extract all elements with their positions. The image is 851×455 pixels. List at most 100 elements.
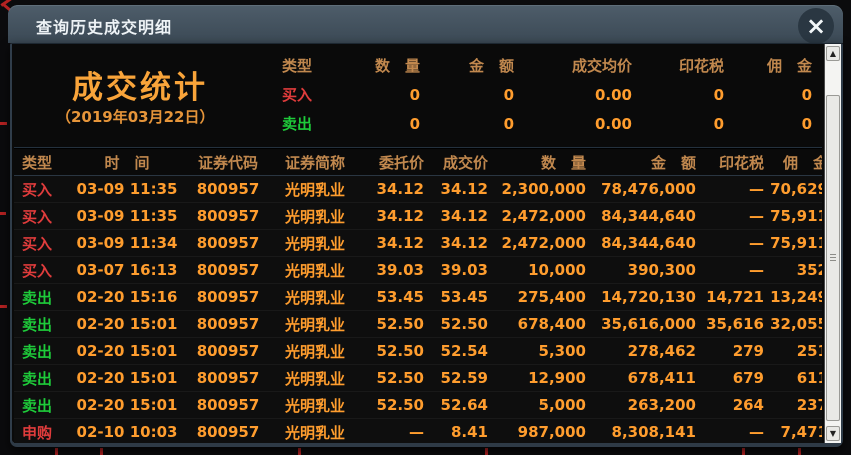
cell-name: 光明乳业: [270, 260, 360, 281]
cell-name: 光明乳业: [270, 314, 360, 335]
trade-row[interactable]: 卖出 02-20 15:01 800957 光明乳业 52.50 52.54 5…: [14, 338, 822, 365]
cell-time: 02-10 10:03: [68, 423, 186, 441]
col-header-order-price: 委托价: [360, 152, 424, 173]
background-chart-fragment: [0, 122, 7, 125]
cell-name: 光明乳业: [270, 206, 360, 227]
scroll-up-icon[interactable]: ▲: [826, 46, 840, 61]
cell-fee: 70,629: [764, 180, 822, 198]
cell-amount: 78,476,000: [586, 180, 696, 198]
cell-fee: 237: [764, 396, 822, 414]
cell-code: 800957: [186, 207, 270, 225]
cell-fee: 251: [764, 342, 822, 360]
cell-code: 800957: [186, 396, 270, 414]
col-header-type: 类型: [22, 152, 68, 173]
cell-time: 02-20 15:01: [68, 396, 186, 414]
background-chart-fragment: [0, 212, 6, 215]
col-header-code: 证券代码: [186, 152, 270, 173]
cell-order-price: 39.03: [360, 261, 424, 279]
trade-row[interactable]: 卖出 02-20 15:16 800957 光明乳业 53.45 53.45 2…: [14, 284, 822, 311]
col-header-qty: 数 量: [488, 152, 586, 173]
cell-fee: 75,911: [764, 207, 822, 225]
cell-time: 03-09 11:34: [68, 234, 186, 252]
cell-order-price: 34.12: [360, 234, 424, 252]
cell-qty: 5,300: [488, 342, 586, 360]
cell-deal-price: 52.59: [424, 369, 488, 387]
cell-tax: —: [696, 207, 764, 225]
cell-amount: 35,616,000: [586, 315, 696, 333]
summary-avg: 0.00: [514, 83, 632, 107]
cell-fee: 352: [764, 261, 822, 279]
cell-tax: 679: [696, 369, 764, 387]
cell-amount: 84,344,640: [586, 207, 696, 225]
background-chart-tick: [100, 448, 103, 455]
summary-header-qty: 数 量: [336, 54, 420, 78]
cell-deal-price: 52.64: [424, 396, 488, 414]
cell-code: 800957: [186, 369, 270, 387]
cell-tax: —: [696, 261, 764, 279]
cell-type: 申购: [22, 422, 68, 443]
cell-code: 800957: [186, 315, 270, 333]
app-background: 查询历史成交明细 × 成交统计 （2019年03月22日） 类型 数 量 金 额…: [0, 0, 851, 455]
scrollbar-thumb[interactable]: [826, 95, 840, 421]
cell-type: 买入: [22, 179, 68, 200]
cell-deal-price: 34.12: [424, 234, 488, 252]
trade-row[interactable]: 买入 03-07 16:13 800957 光明乳业 39.03 39.03 1…: [14, 257, 822, 284]
cell-type: 买入: [22, 233, 68, 254]
cell-qty: 10,000: [488, 261, 586, 279]
col-header-name: 证券简称: [270, 152, 360, 173]
trade-row[interactable]: 卖出 02-20 15:01 800957 光明乳业 52.50 52.59 1…: [14, 365, 822, 392]
cell-name: 光明乳业: [270, 233, 360, 254]
cell-type: 买入: [22, 206, 68, 227]
trade-row[interactable]: 申购 02-10 10:03 800957 光明乳业 — 8.41 987,00…: [14, 419, 822, 443]
summary-tax: 0: [632, 83, 724, 107]
trade-row[interactable]: 买入 03-09 11:34 800957 光明乳业 34.12 34.12 2…: [14, 230, 822, 257]
cell-name: 光明乳业: [270, 395, 360, 416]
vertical-scrollbar[interactable]: ▲ ▼: [824, 44, 841, 443]
trade-table: 类型 时 间 证券代码 证券简称 委托价 成交价 数 量 金 额 印花税 佣 金…: [14, 150, 822, 443]
cell-name: 光明乳业: [270, 422, 360, 443]
cell-qty: 987,000: [488, 423, 586, 441]
cell-tax: —: [696, 234, 764, 252]
cell-amount: 8,308,141: [586, 423, 696, 441]
cell-time: 02-20 15:01: [68, 369, 186, 387]
dialog-titlebar[interactable]: 查询历史成交明细 ×: [8, 5, 843, 43]
close-button[interactable]: ×: [798, 8, 834, 44]
cell-deal-price: 52.50: [424, 315, 488, 333]
cell-order-price: 52.50: [360, 396, 424, 414]
cell-qty: 275,400: [488, 288, 586, 306]
cell-order-price: 52.50: [360, 315, 424, 333]
summary-qty: 0: [336, 112, 420, 136]
cell-type: 买入: [22, 260, 68, 281]
cell-qty: 678,400: [488, 315, 586, 333]
cell-time: 03-09 11:35: [68, 207, 186, 225]
trade-row[interactable]: 卖出 02-20 15:01 800957 光明乳业 52.50 52.64 5…: [14, 392, 822, 419]
cell-time: 02-20 15:16: [68, 288, 186, 306]
trade-table-header: 类型 时 间 证券代码 证券简称 委托价 成交价 数 量 金 额 印花税 佣 金: [14, 150, 822, 176]
summary-avg: 0.00: [514, 112, 632, 136]
cell-tax: 35,616: [696, 315, 764, 333]
scroll-down-icon[interactable]: ▼: [826, 426, 840, 441]
cell-code: 800957: [186, 180, 270, 198]
cell-code: 800957: [186, 288, 270, 306]
summary-amount: 0: [420, 112, 514, 136]
cell-order-price: —: [360, 423, 424, 441]
background-chart-tick: [55, 448, 58, 455]
trade-row[interactable]: 买入 03-09 11:35 800957 光明乳业 34.12 34.12 2…: [14, 203, 822, 230]
cell-tax: 14,721: [696, 288, 764, 306]
cell-order-price: 52.50: [360, 369, 424, 387]
summary-header-type: 类型: [282, 54, 336, 78]
cell-order-price: 34.12: [360, 207, 424, 225]
col-header-amount: 金 额: [586, 152, 696, 173]
trade-row[interactable]: 买入 03-09 11:35 800957 光明乳业 34.12 34.12 2…: [14, 176, 822, 203]
trade-row[interactable]: 卖出 02-20 15:01 800957 光明乳业 52.50 52.50 6…: [14, 311, 822, 338]
cell-name: 光明乳业: [270, 179, 360, 200]
cell-type: 卖出: [22, 368, 68, 389]
cell-qty: 2,300,000: [488, 180, 586, 198]
close-icon: ×: [806, 14, 826, 38]
background-chart-tick: [742, 448, 745, 455]
cell-code: 800957: [186, 423, 270, 441]
cell-amount: 84,344,640: [586, 234, 696, 252]
cell-fee: 611: [764, 369, 822, 387]
background-chart-tick: [798, 448, 801, 455]
col-header-deal-price: 成交价: [424, 152, 488, 173]
